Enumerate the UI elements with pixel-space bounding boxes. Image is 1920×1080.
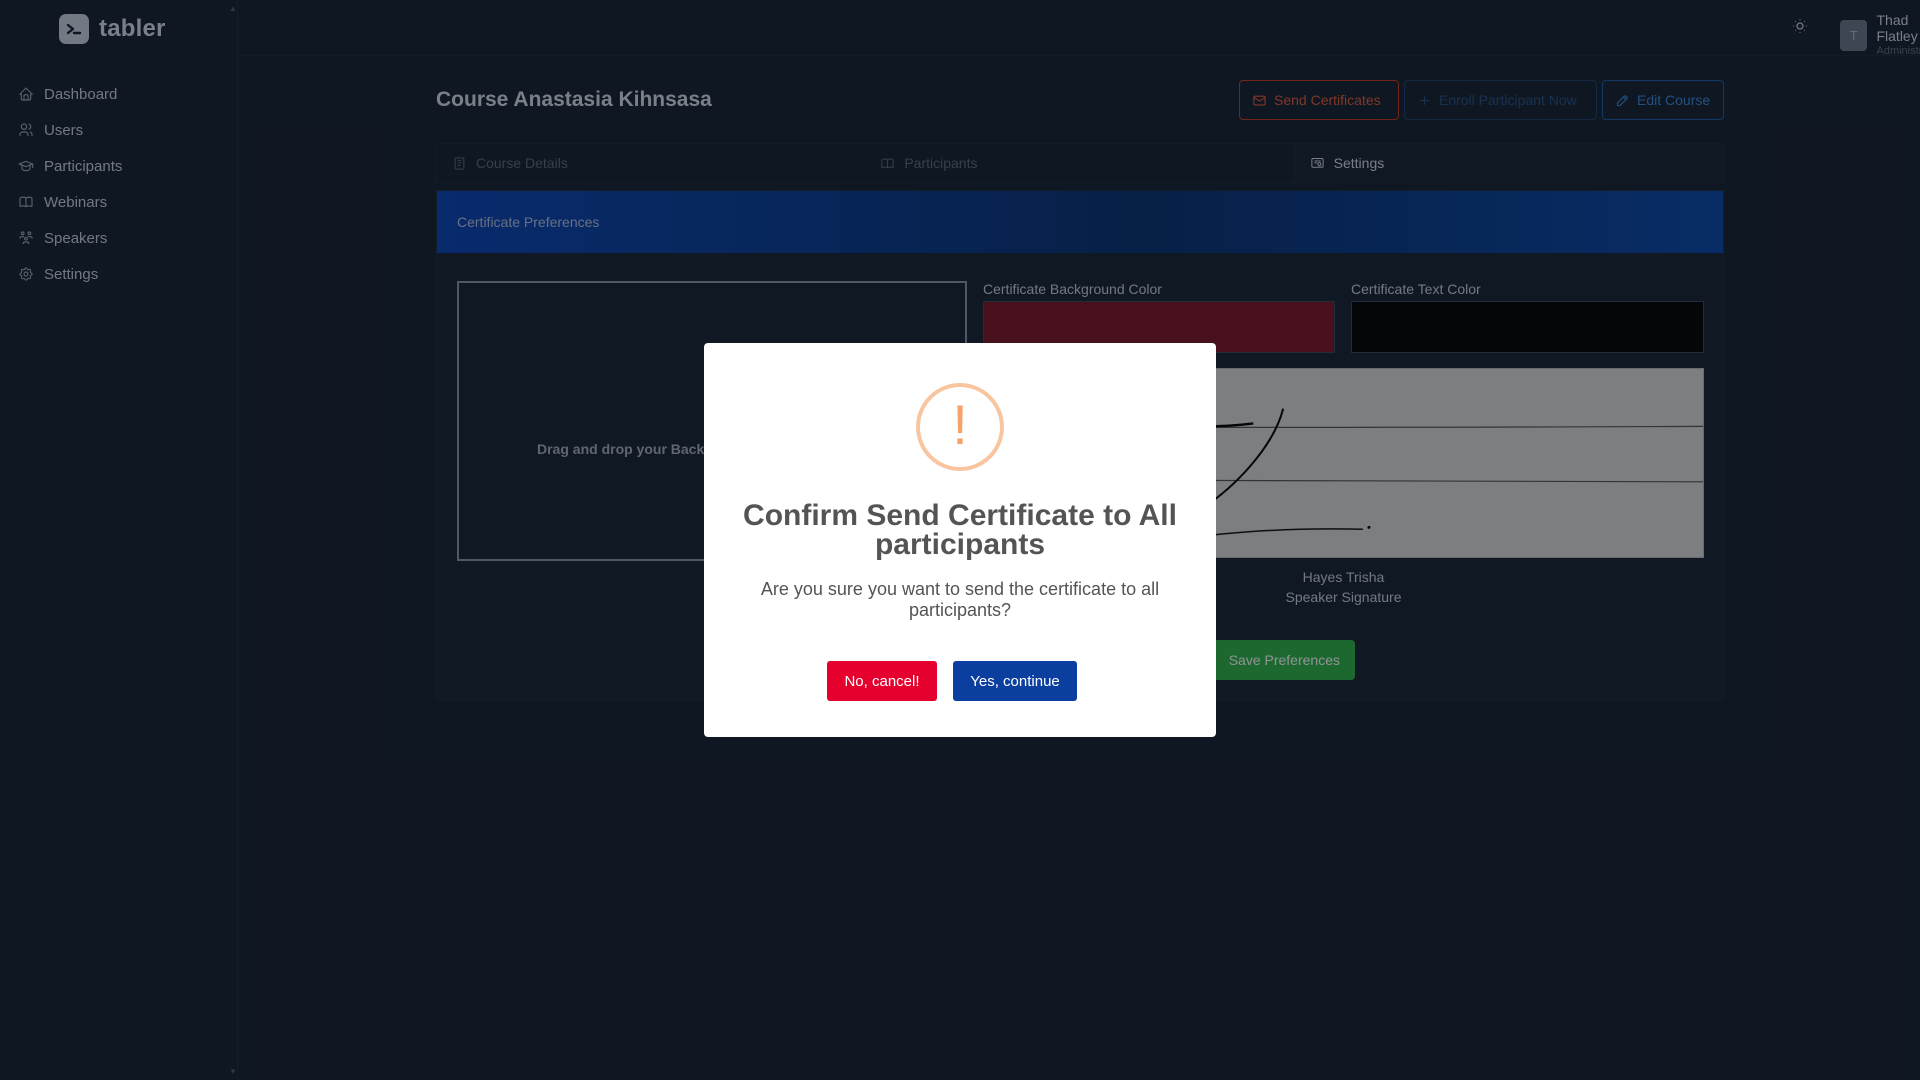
dialog-text: Are you sure you want to send the certif…: [760, 579, 1160, 620]
cancel-button[interactable]: No, cancel!: [827, 661, 937, 701]
confirm-dialog: ! Confirm Send Certificate to All partic…: [704, 343, 1216, 737]
dialog-title: Confirm Send Certificate to All particip…: [743, 499, 1177, 561]
exclamation-icon: !: [916, 383, 1004, 471]
confirm-button[interactable]: Yes, continue: [953, 661, 1077, 701]
